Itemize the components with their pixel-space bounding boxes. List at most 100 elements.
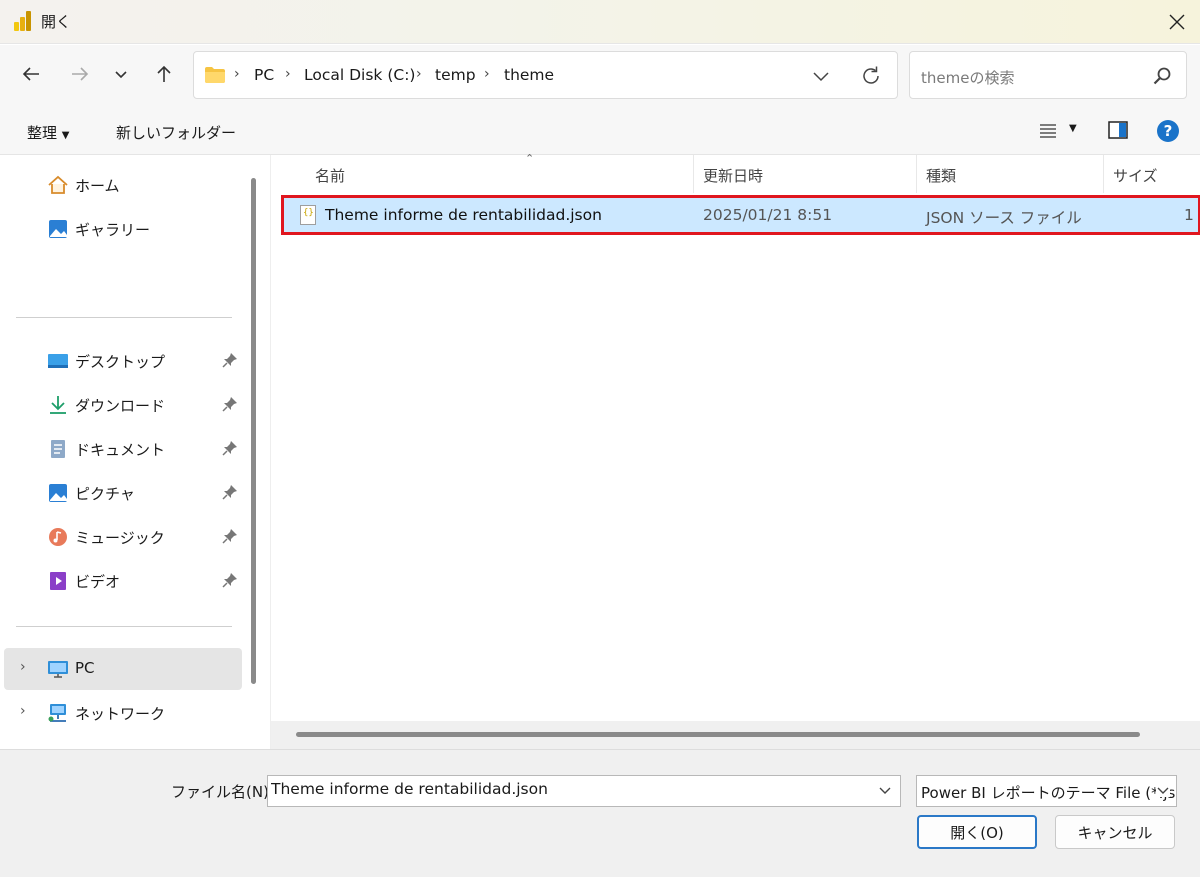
breadcrumb-pc[interactable]: PC bbox=[254, 66, 274, 84]
column-header-label: 更新日時 bbox=[703, 167, 764, 185]
file-modified: 2025/01/21 8:51 bbox=[703, 206, 833, 224]
dialog-footer: ファイル名(N): Power BI レポートのテーマ File (*.json… bbox=[0, 749, 1200, 877]
sidebar-item-pc[interactable]: › PC bbox=[4, 648, 242, 690]
network-icon bbox=[48, 704, 66, 722]
column-header-label: 種類 bbox=[926, 167, 957, 185]
download-icon bbox=[50, 396, 66, 414]
sidebar-item-label: PC bbox=[75, 659, 95, 677]
table-row[interactable]: {} Theme informe de rentabilidad.json 20… bbox=[281, 195, 1200, 235]
file-type: JSON ソース ファイル bbox=[926, 209, 1082, 227]
filetype-value: Power BI レポートのテーマ File (*.json) bbox=[921, 784, 1177, 802]
sidebar-item-label: ギャラリー bbox=[75, 221, 151, 239]
new-folder-button[interactable]: 新しいフォルダー bbox=[116, 122, 236, 143]
horizontal-scroll-track bbox=[271, 721, 1200, 749]
pictures-icon bbox=[49, 484, 67, 502]
sidebar-item-network[interactable]: › ネットワーク bbox=[0, 692, 244, 734]
filename-label: ファイル名(N): bbox=[171, 783, 274, 801]
search-icon[interactable] bbox=[1152, 66, 1172, 86]
music-icon bbox=[49, 528, 67, 546]
refresh-icon[interactable] bbox=[859, 64, 883, 88]
filename-input[interactable] bbox=[271, 780, 861, 798]
preview-pane-icon[interactable] bbox=[1108, 121, 1128, 139]
sidebar-item-label: ビデオ bbox=[75, 573, 121, 591]
command-bar: 整理 ▼ 新しいフォルダー ▼ ? bbox=[0, 107, 1200, 155]
sidebar-item-gallery[interactable]: ギャラリー bbox=[0, 208, 244, 250]
search-box[interactable]: themeの検索 bbox=[909, 51, 1187, 99]
sidebar-item-videos[interactable]: ビデオ bbox=[0, 560, 244, 602]
sidebar-item-label: ネットワーク bbox=[75, 705, 166, 723]
address-bar[interactable]: › PC › Local Disk (C:) › temp › theme bbox=[193, 51, 898, 99]
chevron-down-icon[interactable] bbox=[878, 783, 892, 797]
sidebar-item-desktop[interactable]: デスクトップ bbox=[0, 340, 244, 382]
sidebar-scrollbar[interactable] bbox=[251, 178, 256, 684]
up-button[interactable] bbox=[149, 59, 179, 89]
chevron-down-icon[interactable] bbox=[811, 66, 831, 86]
cancel-button[interactable]: キャンセル bbox=[1055, 815, 1175, 849]
recent-locations-button[interactable] bbox=[106, 59, 136, 89]
arrow-up-icon bbox=[157, 65, 171, 82]
home-icon bbox=[48, 175, 68, 194]
pin-icon[interactable] bbox=[222, 528, 238, 544]
sidebar-divider bbox=[16, 317, 232, 318]
navigation-pane: ホーム ギャラリー デスクトップ ダウンロード ドキュメント ピクチャ ミュージ… bbox=[0, 155, 266, 749]
column-header-type[interactable]: 種類 bbox=[916, 155, 1104, 193]
forward-button[interactable] bbox=[65, 59, 95, 89]
file-list: ⌃ 名前 更新日時 種類 サイズ {} Theme informe de ren… bbox=[270, 152, 1200, 749]
file-size: 1 bbox=[1184, 206, 1194, 224]
close-icon bbox=[1169, 14, 1185, 30]
filename-combobox[interactable] bbox=[267, 775, 901, 807]
arrow-right-icon bbox=[72, 67, 89, 81]
sidebar-item-home[interactable]: ホーム bbox=[0, 164, 244, 206]
chevron-down-icon[interactable] bbox=[1156, 783, 1170, 797]
caret-down-icon: ▼ bbox=[61, 130, 70, 141]
pin-icon[interactable] bbox=[222, 352, 238, 368]
power-bi-icon bbox=[14, 11, 32, 31]
breadcrumb-separator: › bbox=[234, 66, 240, 82]
window-title: 開く bbox=[41, 13, 72, 31]
svg-text:?: ? bbox=[1164, 122, 1173, 140]
video-icon bbox=[50, 572, 66, 590]
navigation-bar: › PC › Local Disk (C:) › temp › theme th… bbox=[0, 45, 1200, 107]
sidebar-item-downloads[interactable]: ダウンロード bbox=[0, 384, 244, 426]
sidebar-item-label: ホーム bbox=[75, 177, 120, 195]
breadcrumb-theme[interactable]: theme bbox=[504, 66, 554, 84]
search-placeholder[interactable]: themeの検索 bbox=[921, 67, 1014, 88]
horizontal-scrollbar[interactable] bbox=[296, 732, 1140, 737]
documents-icon bbox=[51, 440, 65, 458]
arrow-left-icon bbox=[22, 67, 39, 81]
close-button[interactable] bbox=[1154, 0, 1200, 44]
expand-chevron-icon[interactable]: › bbox=[20, 703, 26, 719]
title-bar: 開く bbox=[0, 0, 1200, 44]
back-button[interactable] bbox=[16, 59, 46, 89]
chevron-down-icon bbox=[115, 71, 127, 79]
sidebar-item-documents[interactable]: ドキュメント bbox=[0, 428, 244, 470]
pin-icon[interactable] bbox=[222, 484, 238, 500]
file-name[interactable]: Theme informe de rentabilidad.json bbox=[325, 206, 602, 224]
pin-icon[interactable] bbox=[222, 440, 238, 456]
column-header-name[interactable]: ⌃ 名前 bbox=[305, 152, 694, 193]
breadcrumb-separator: › bbox=[416, 66, 422, 82]
json-file-icon: {} bbox=[300, 205, 316, 225]
sidebar-item-label: ミュージック bbox=[75, 529, 165, 547]
organize-button[interactable]: 整理 ▼ bbox=[27, 122, 70, 143]
pin-icon[interactable] bbox=[222, 572, 238, 588]
view-options-button[interactable]: ▼ bbox=[1039, 123, 1077, 143]
expand-chevron-icon[interactable]: › bbox=[20, 659, 26, 675]
column-header-modified[interactable]: 更新日時 bbox=[693, 155, 917, 193]
breadcrumb-local-disk[interactable]: Local Disk (C:) bbox=[304, 66, 415, 84]
sidebar-item-pictures[interactable]: ピクチャ bbox=[0, 472, 244, 514]
help-icon[interactable]: ? bbox=[1156, 119, 1180, 143]
sort-ascending-icon: ⌃ bbox=[525, 152, 535, 165]
open-button[interactable]: 開く(O) bbox=[917, 815, 1037, 849]
breadcrumb-temp[interactable]: temp bbox=[435, 66, 476, 84]
caret-down-icon: ▼ bbox=[1069, 123, 1077, 134]
sidebar-item-label: ダウンロード bbox=[75, 397, 166, 415]
column-header-label: 名前 bbox=[315, 167, 346, 185]
column-header-size[interactable]: サイズ bbox=[1103, 155, 1200, 193]
filetype-select[interactable]: Power BI レポートのテーマ File (*.json) bbox=[916, 775, 1177, 807]
sidebar-item-label: ドキュメント bbox=[75, 441, 166, 459]
sidebar-item-music[interactable]: ミュージック bbox=[0, 516, 244, 558]
pin-icon[interactable] bbox=[222, 396, 238, 412]
list-view-icon bbox=[1040, 124, 1056, 138]
breadcrumb-separator: › bbox=[285, 66, 291, 82]
